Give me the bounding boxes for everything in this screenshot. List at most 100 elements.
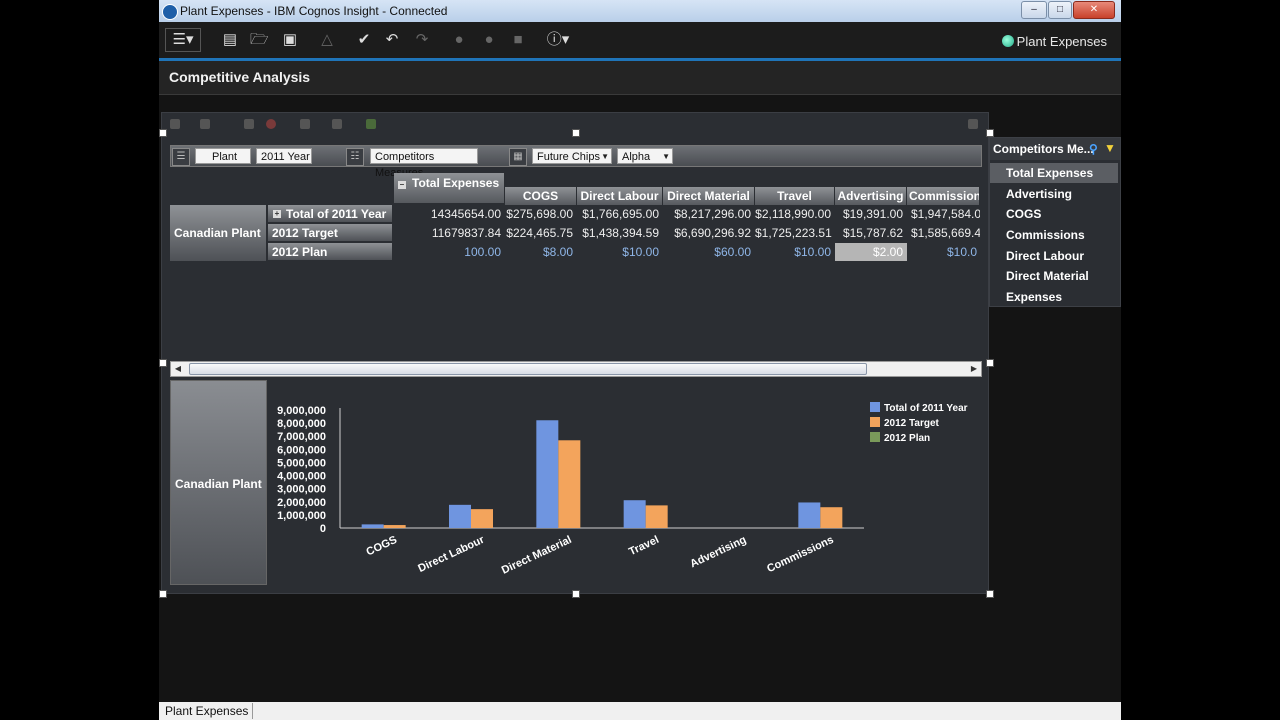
chevron-down-icon[interactable]: ▼: [601, 149, 609, 165]
dimension-measures[interactable]: Competitors Measures: [370, 148, 478, 179]
grid-cell[interactable]: $1,947,584.0: [907, 205, 980, 223]
pin-icon[interactable]: △: [319, 31, 335, 49]
bar-commissions: [820, 507, 843, 528]
expand-icon[interactable]: +: [273, 210, 281, 218]
grid-cell[interactable]: $10.00: [577, 243, 663, 261]
sort-icon[interactable]: [300, 119, 310, 129]
row-header[interactable]: 2012 Target: [268, 224, 392, 242]
bar-chart: 9,000,0008,000,0007,000,0006,000,0005,00…: [277, 402, 968, 577]
crosstab-widget[interactable]: ☰ Plant 2011 Year ☷ Competitors Measures…: [159, 112, 994, 598]
row-header[interactable]: 2012 Plan: [268, 243, 392, 261]
grid-cell-selected[interactable]: $2.00: [835, 243, 907, 261]
column-header-total[interactable]: – Total Expenses: [394, 173, 505, 203]
dimension-product[interactable]: Future Chips ▼: [532, 148, 612, 164]
horizontal-scrollbar[interactable]: ◀ ▶: [170, 361, 982, 377]
column-header[interactable]: Direct Material: [663, 187, 755, 205]
y-tick-label: 2,000,000: [277, 497, 326, 509]
grid-cell[interactable]: $1,766,695.00: [577, 205, 663, 223]
grid-cell[interactable]: $1,438,394.59: [577, 224, 663, 242]
open-folder-icon[interactable]: 🗁: [250, 31, 269, 49]
column-header[interactable]: Travel: [755, 187, 835, 205]
user-icon[interactable]: ●: [480, 31, 498, 49]
grid-cell[interactable]: $15,787.62: [835, 224, 907, 242]
column-header[interactable]: COGS: [505, 187, 577, 205]
commit-check-icon[interactable]: ✔: [355, 31, 373, 49]
save-icon[interactable]: ▣: [281, 31, 299, 49]
grid-cell[interactable]: $8,217,296.00: [663, 205, 755, 223]
new-icon[interactable]: ▤: [221, 31, 239, 49]
dimension-year[interactable]: 2011 Year: [256, 148, 312, 164]
filter-item[interactable]: Direct Labour: [990, 246, 1118, 266]
columns-icon[interactable]: ☷: [346, 148, 364, 166]
scroll-right-arrow-icon[interactable]: ▶: [967, 362, 981, 376]
highlight-icon[interactable]: [366, 119, 376, 129]
scroll-left-arrow-icon[interactable]: ◀: [171, 362, 185, 376]
collapse-icon[interactable]: –: [398, 181, 406, 189]
grid-cell[interactable]: $60.00: [663, 243, 755, 261]
chart-icon[interactable]: [244, 119, 254, 129]
dimension-version[interactable]: Alpha ▼: [617, 148, 673, 164]
bar-direct-material: [536, 420, 559, 528]
resize-handle[interactable]: [986, 590, 994, 598]
undo-icon[interactable]: ↶: [383, 31, 401, 49]
menu-icon[interactable]: ☰▾: [165, 28, 201, 52]
workbook-tab[interactable]: Plant Expenses: [161, 703, 254, 719]
filter-icon[interactable]: ▼: [1104, 141, 1116, 155]
refresh-icon[interactable]: ●: [450, 31, 468, 49]
column-header[interactable]: Advertising: [835, 187, 907, 205]
y-tick-label: 3,000,000: [277, 484, 326, 496]
grid-cell[interactable]: $10.0: [907, 243, 980, 261]
resize-handle[interactable]: [986, 359, 994, 367]
grid-cell[interactable]: $10.00: [755, 243, 835, 261]
bar-cogs: [361, 524, 384, 528]
row-header[interactable]: + Total of 2011 Year: [268, 205, 392, 223]
resize-handle[interactable]: [159, 590, 167, 598]
filter-item[interactable]: COGS: [990, 204, 1118, 224]
swap-icon[interactable]: [200, 119, 210, 129]
grid-cell[interactable]: $6,690,296.92: [663, 224, 755, 242]
grid-cell[interactable]: $1,585,669.4: [907, 224, 980, 242]
column-header[interactable]: Direct Labour: [577, 187, 663, 205]
bar-direct-labour: [471, 509, 493, 528]
filter-item[interactable]: Total Expenses: [990, 163, 1118, 183]
grid-cell[interactable]: 14345654.00: [394, 205, 505, 223]
expand-icon[interactable]: [968, 119, 978, 129]
grid-cell[interactable]: $2,118,990.00: [755, 205, 835, 223]
resize-handle[interactable]: [159, 359, 167, 367]
search-icon[interactable]: ⚲: [1089, 142, 1098, 156]
chevron-down-icon[interactable]: ▼: [662, 149, 670, 165]
grid-cell[interactable]: $224,465.75: [505, 224, 577, 242]
help-icon[interactable]: ⓘ▾: [543, 31, 573, 49]
minimize-button[interactable]: –: [1021, 1, 1047, 19]
grid-cell[interactable]: $8.00: [505, 243, 577, 261]
y-tick-label: 9,000,000: [277, 405, 326, 417]
filter-item[interactable]: Expenses: [990, 287, 1118, 307]
grid-cell[interactable]: $275,698.00: [505, 205, 577, 223]
filter-item[interactable]: Commissions: [990, 225, 1118, 245]
x-tick-label: Commissions: [765, 534, 835, 575]
close-button[interactable]: ✕: [1073, 1, 1115, 19]
resize-handle[interactable]: [572, 590, 580, 598]
legend-label: 2012 Plan: [884, 433, 930, 444]
x-tick-label: Advertising: [688, 534, 748, 570]
column-header[interactable]: Commission: [907, 187, 980, 205]
filter-item[interactable]: Direct Material: [990, 266, 1118, 286]
redo-icon[interactable]: ↷: [413, 31, 431, 49]
import-icon[interactable]: ■: [509, 31, 527, 49]
filter-item[interactable]: Advertising: [990, 184, 1118, 204]
collapse-icon[interactable]: [170, 119, 180, 129]
main-toolbar: ☰▾ ▤ 🗁 ▣ △ ✔ ↶ ↷ ● ● ■ ⓘ▾ Plant Expenses: [159, 22, 1121, 61]
dimension-plant[interactable]: Plant: [195, 148, 251, 164]
maximize-button[interactable]: □: [1048, 1, 1072, 19]
row-header-plant[interactable]: Canadian Plant: [170, 205, 266, 262]
context-icon[interactable]: ▦: [509, 148, 527, 166]
scrollbar-thumb[interactable]: [189, 363, 867, 375]
grid-cell[interactable]: $1,725,223.51: [755, 224, 835, 242]
rows-icon[interactable]: ☰: [172, 148, 190, 166]
grid-cell[interactable]: 100.00: [394, 243, 505, 261]
y-tick-label: 0: [320, 523, 326, 535]
grid-cell[interactable]: 11679837.84: [394, 224, 505, 242]
table-icon[interactable]: [332, 119, 342, 129]
grid-cell[interactable]: $19,391.00: [835, 205, 907, 223]
stop-icon[interactable]: [266, 119, 276, 129]
